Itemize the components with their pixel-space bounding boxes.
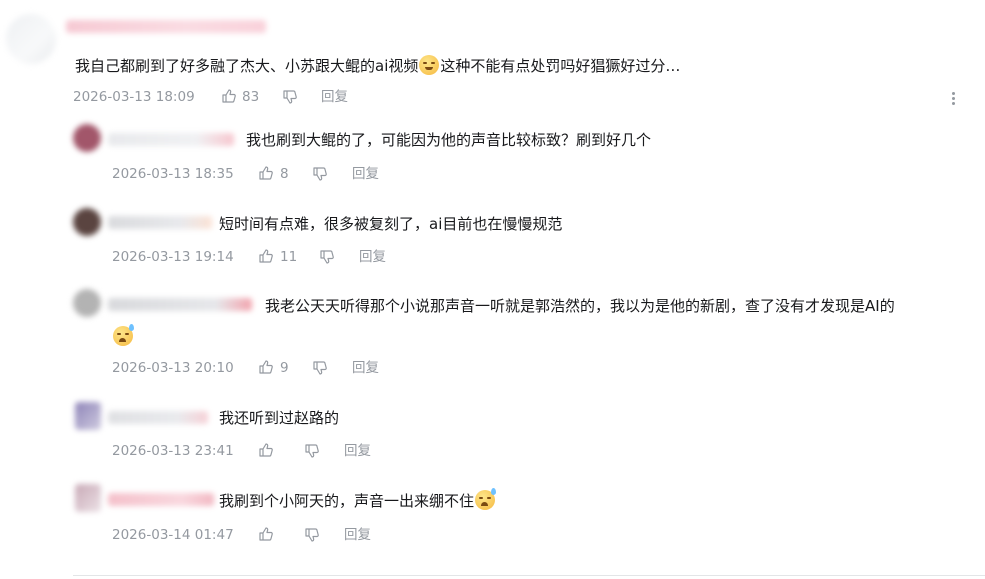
avatar[interactable] [73, 124, 101, 152]
comment-text: 我自己都刷到了好多融了杰大、小苏跟大鲲的ai视频 这种不能有点处罚吗好猖獗好过分… [75, 55, 680, 76]
username-blurred[interactable] [66, 20, 266, 33]
dislike-icon[interactable] [304, 527, 320, 543]
dislike-icon[interactable] [304, 443, 320, 459]
like-icon[interactable] [221, 88, 237, 104]
username-blurred[interactable] [108, 133, 234, 146]
like-icon[interactable] [258, 526, 274, 542]
doge-emoji-icon [419, 55, 440, 75]
avatar[interactable] [73, 208, 101, 236]
avatar[interactable] [75, 484, 101, 512]
reply-text: 我刷到个小阿天的，声音一出来绷不住 [219, 488, 497, 511]
like-icon[interactable] [258, 165, 274, 181]
reply-timestamp: 2026-03-13 18:35 [112, 166, 234, 182]
like-count: 11 [280, 249, 298, 265]
comment-text-part2: 这种不能有点处罚吗好猖獗好过分… [440, 57, 681, 75]
reply-text: 我老公天天听得那个小说那声音一听就是郭浩然的，我以为是他的新剧，查了没有才发现是… [265, 297, 895, 315]
reply-text: 短时间有点难，很多被复刻了，ai目前也在慢慢规范 [219, 215, 563, 233]
reply-button[interactable]: 回复 [352, 165, 379, 183]
username-blurred[interactable] [108, 493, 214, 506]
reply-timestamp: 2026-03-14 01:47 [112, 527, 234, 543]
dislike-icon[interactable] [319, 249, 335, 265]
sweat-smile-icon [113, 324, 134, 346]
avatar[interactable] [75, 402, 101, 430]
reply-text: 我还听到过赵路的 [219, 409, 340, 427]
like-icon[interactable] [258, 248, 274, 264]
more-options-icon[interactable] [947, 90, 959, 107]
like-count: 8 [280, 166, 289, 182]
reply-button[interactable]: 回复 [344, 526, 371, 544]
dislike-icon[interactable] [312, 360, 328, 376]
comment-timestamp: 2026-03-13 18:09 [73, 89, 195, 105]
avatar[interactable] [73, 289, 101, 317]
reply-timestamp: 2026-03-13 23:41 [112, 443, 234, 459]
reply-timestamp: 2026-03-13 19:14 [112, 249, 234, 265]
avatar[interactable] [6, 14, 56, 64]
dislike-icon[interactable] [282, 89, 298, 105]
username-blurred[interactable] [108, 298, 252, 311]
reply-text-content: 我刷到个小阿天的，声音一出来绷不住 [219, 492, 475, 510]
reply-button[interactable]: 回复 [321, 88, 348, 106]
sweat-smile-icon [475, 488, 497, 510]
like-count: 9 [280, 360, 289, 376]
like-icon[interactable] [258, 359, 274, 375]
like-count: 83 [242, 89, 260, 105]
like-icon[interactable] [258, 442, 274, 458]
reply-button[interactable]: 回复 [352, 359, 379, 377]
reply-button[interactable]: 回复 [359, 248, 386, 266]
reply-text: 我也刷到大鲲的了，可能因为他的声音比较标致？刷到好几个 [246, 131, 652, 149]
dislike-icon[interactable] [312, 166, 328, 182]
username-blurred[interactable] [108, 216, 212, 229]
comment-divider [73, 575, 985, 576]
comment-text-part1: 我自己都刷到了好多融了杰大、小苏跟大鲲的ai视频 [75, 57, 419, 75]
username-blurred[interactable] [108, 411, 208, 424]
reply-timestamp: 2026-03-13 20:10 [112, 360, 234, 376]
reply-button[interactable]: 回复 [344, 442, 371, 460]
